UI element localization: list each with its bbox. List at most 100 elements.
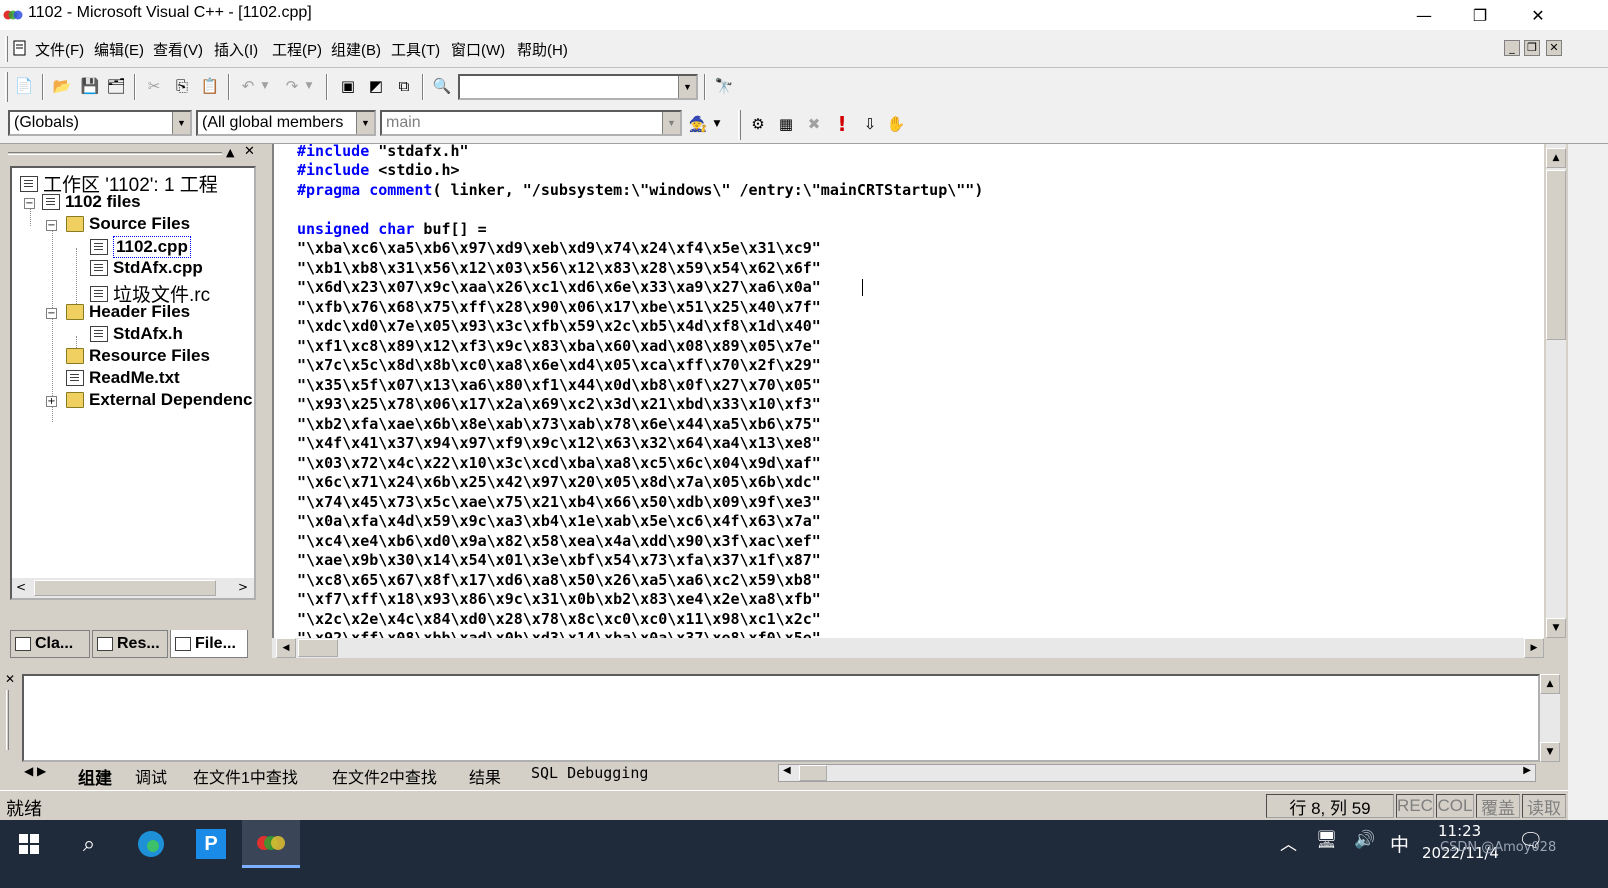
chevron-down-icon[interactable]: ▼ bbox=[678, 76, 696, 98]
scroll-thumb[interactable] bbox=[298, 639, 338, 657]
undo-icon[interactable]: ↶ bbox=[236, 74, 260, 98]
redo-icon[interactable]: ↷ bbox=[280, 74, 304, 98]
editor-vscrollbar[interactable]: ▲ ▼ bbox=[1546, 144, 1566, 638]
tree-external-folder[interactable]: External Dependenc bbox=[66, 390, 252, 410]
edge-browser-icon[interactable] bbox=[122, 820, 180, 868]
members-combo[interactable]: (All global members ▼ bbox=[196, 110, 376, 136]
output-tab-build[interactable]: 组建 bbox=[78, 764, 112, 789]
close-button[interactable]: ✕ bbox=[1510, 0, 1566, 30]
output-vscrollbar[interactable]: ▲ ▼ bbox=[1540, 674, 1560, 762]
start-windows-icon[interactable] bbox=[0, 820, 58, 868]
paste-icon[interactable]: 📋 bbox=[198, 74, 222, 98]
menubar-grip[interactable] bbox=[5, 36, 8, 62]
redo-dropdown-icon[interactable]: ▼ bbox=[302, 74, 316, 98]
scroll-thumb[interactable] bbox=[799, 765, 827, 781]
pane-grip[interactable] bbox=[6, 690, 9, 750]
pane-maximize-icon[interactable]: ▲ bbox=[226, 146, 234, 159]
scope-combo[interactable]: (Globals) ▼ bbox=[8, 110, 192, 136]
expand-icon[interactable]: + bbox=[46, 396, 57, 407]
app-p-icon[interactable]: P bbox=[182, 820, 240, 868]
find-in-files-icon[interactable]: 🔍 bbox=[430, 74, 454, 98]
tree-file-stdafx-h[interactable]: StdAfx.h bbox=[90, 324, 183, 344]
menu-file[interactable]: 文件(F) bbox=[35, 39, 84, 60]
scroll-down-icon[interactable]: ▼ bbox=[1546, 618, 1566, 638]
scroll-left-icon[interactable]: < bbox=[16, 580, 26, 594]
save-icon[interactable]: 💾 bbox=[78, 74, 102, 98]
show-hidden-icons-icon[interactable]: ︿ bbox=[1280, 830, 1297, 855]
tree-source-folder[interactable]: Source Files bbox=[66, 214, 190, 234]
output-tab-scroll[interactable]: ◀ ▶ bbox=[24, 764, 64, 782]
output-toggle-icon[interactable]: ◩ bbox=[364, 74, 388, 98]
restore-button[interactable]: ❐ bbox=[1452, 0, 1508, 30]
wizard-dropdown-icon[interactable]: ▼ bbox=[710, 112, 724, 136]
menu-project[interactable]: 工程(P) bbox=[272, 39, 322, 60]
function-combo[interactable]: main ▼ bbox=[380, 110, 682, 136]
output-hscrollbar[interactable]: ◀ ▶ bbox=[778, 764, 1536, 782]
scroll-left-icon[interactable]: ◀ bbox=[276, 638, 296, 658]
stop-build-icon[interactable]: ✖ bbox=[802, 112, 826, 136]
editor-hscrollbar[interactable]: ◀ ▶ bbox=[272, 638, 1544, 658]
workspace-toggle-icon[interactable]: ▣ bbox=[336, 74, 360, 98]
tab-fileview[interactable]: File... bbox=[170, 630, 248, 658]
save-all-icon[interactable]: 🗂 bbox=[104, 74, 128, 98]
search-icon[interactable]: ⌕ bbox=[62, 820, 116, 868]
execute-icon[interactable]: ! bbox=[830, 112, 854, 136]
tree-resource-folder[interactable]: Resource Files bbox=[66, 346, 210, 366]
scroll-right-icon[interactable]: ▶ bbox=[1523, 765, 1531, 776]
tree-file-stdafx-cpp[interactable]: StdAfx.cpp bbox=[90, 258, 203, 278]
scroll-thumb[interactable] bbox=[1546, 170, 1566, 340]
copy-icon[interactable]: ⎘ bbox=[170, 74, 194, 98]
tab-classview[interactable]: Cla... bbox=[10, 630, 90, 658]
wizard-action-icon[interactable]: 🧙 bbox=[686, 112, 710, 136]
output-tab-sql[interactable]: SQL Debugging bbox=[531, 764, 648, 782]
collapse-icon[interactable]: − bbox=[24, 198, 35, 209]
pane-grip[interactable] bbox=[8, 152, 222, 155]
ime-indicator[interactable]: 中 bbox=[1390, 830, 1409, 857]
tree-header-folder[interactable]: Header Files bbox=[66, 302, 190, 322]
search-binoculars-icon[interactable]: 🔭 bbox=[712, 74, 736, 98]
output-tab-find1[interactable]: 在文件1中查找 bbox=[193, 764, 298, 788]
tree-file-1102-cpp[interactable]: 1102.cpp bbox=[90, 236, 191, 258]
output-tab-find2[interactable]: 在文件2中查找 bbox=[332, 764, 437, 788]
scroll-up-icon[interactable]: ▲ bbox=[1546, 148, 1566, 168]
output-tab-results[interactable]: 结果 bbox=[469, 764, 501, 788]
notification-icon[interactable]: 🗨 bbox=[1518, 828, 1543, 852]
scroll-right-icon[interactable]: > bbox=[238, 580, 248, 594]
menu-tools[interactable]: 工具(T) bbox=[391, 39, 440, 60]
new-file-icon[interactable]: 📄 bbox=[12, 74, 36, 98]
window-list-icon[interactable]: ⧉ bbox=[392, 74, 416, 98]
collapse-icon[interactable]: − bbox=[46, 220, 57, 231]
open-folder-icon[interactable]: 📂 bbox=[50, 74, 74, 98]
compile-icon[interactable]: ⚙ bbox=[746, 112, 770, 136]
mdi-restore-button[interactable]: ❐ bbox=[1524, 40, 1540, 56]
tree-file-readme[interactable]: ReadMe.txt bbox=[66, 368, 180, 388]
output-tab-debug[interactable]: 调试 bbox=[135, 764, 167, 788]
scroll-up-icon[interactable]: ▲ bbox=[1540, 674, 1560, 694]
find-combo[interactable]: ▼ bbox=[458, 74, 698, 100]
menu-help[interactable]: 帮助(H) bbox=[517, 39, 568, 60]
clock-time[interactable]: 11:23 bbox=[1438, 822, 1481, 840]
build-icon[interactable]: ▦ bbox=[774, 112, 798, 136]
collapse-icon[interactable]: − bbox=[46, 308, 57, 319]
menu-window[interactable]: 窗口(W) bbox=[451, 39, 505, 60]
scroll-right-icon[interactable]: ▶ bbox=[1524, 638, 1544, 658]
output-text-area[interactable] bbox=[22, 674, 1540, 762]
chevron-down-icon[interactable]: ▼ bbox=[172, 112, 190, 134]
volume-icon[interactable]: 🔊 bbox=[1354, 830, 1375, 850]
network-icon[interactable]: 🖥 bbox=[1316, 830, 1338, 850]
tree-project[interactable]: 1102 files bbox=[42, 192, 141, 212]
cut-icon[interactable]: ✂ bbox=[142, 74, 166, 98]
breakpoint-hand-icon[interactable]: ✋ bbox=[884, 112, 908, 136]
scroll-left-icon[interactable]: ◀ bbox=[783, 765, 791, 776]
tree-hscrollbar[interactable]: < > bbox=[12, 578, 254, 598]
visual-cpp-taskbar-icon[interactable] bbox=[242, 820, 300, 868]
menu-edit[interactable]: 编辑(E) bbox=[94, 39, 144, 60]
menu-view[interactable]: 查看(V) bbox=[153, 39, 203, 60]
mdi-close-button[interactable]: ✕ bbox=[1546, 40, 1562, 56]
mdi-minimize-button[interactable]: _ bbox=[1504, 40, 1520, 56]
pane-close-icon[interactable]: ✕ bbox=[5, 672, 15, 686]
chevron-down-icon[interactable]: ▼ bbox=[662, 112, 680, 134]
go-icon[interactable]: ⇩ bbox=[858, 112, 882, 136]
scroll-thumb[interactable] bbox=[34, 580, 216, 596]
undo-dropdown-icon[interactable]: ▼ bbox=[258, 74, 272, 98]
